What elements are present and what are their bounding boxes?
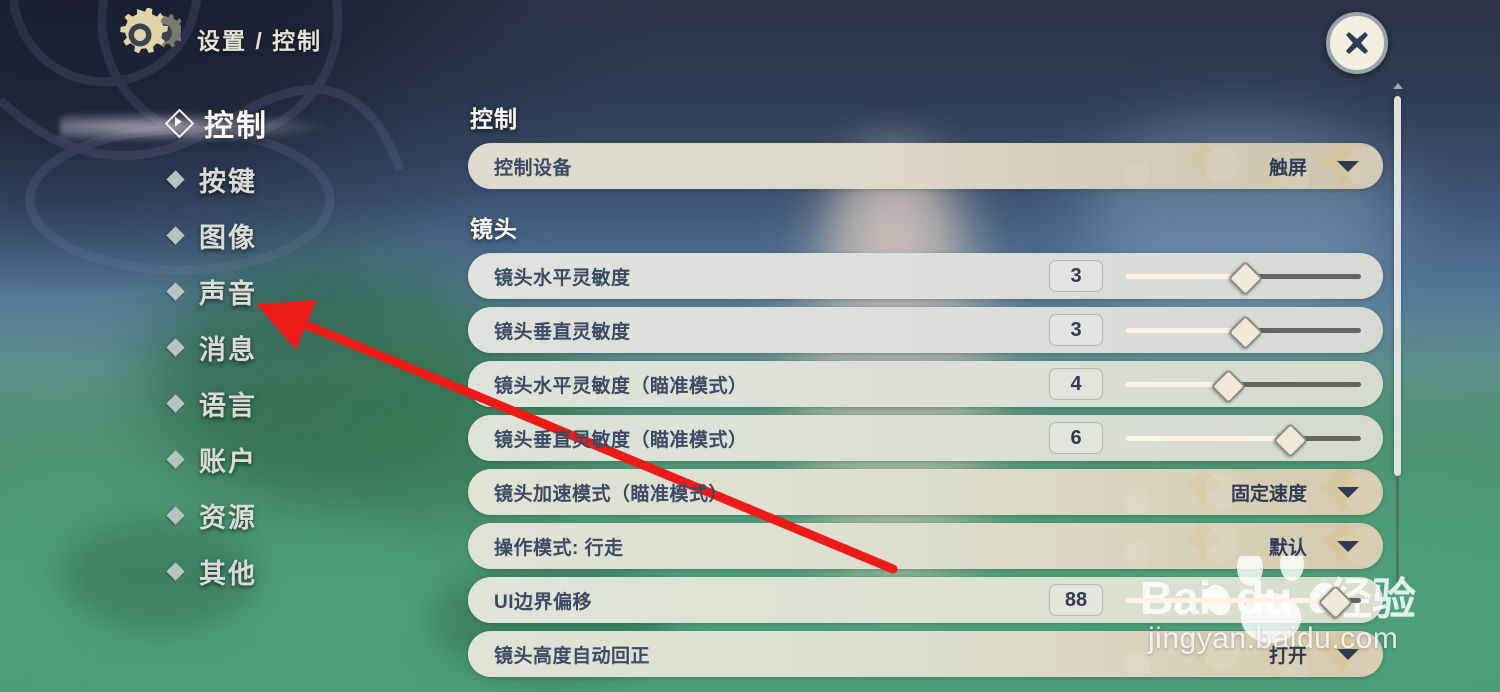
sidebar-item-2[interactable]: 图像 xyxy=(165,207,415,263)
setting-row-label: 镜头加速模式（瞄准模式） xyxy=(494,483,729,505)
slider-handle[interactable] xyxy=(1317,584,1353,621)
sidebar-item-4[interactable]: 消息 xyxy=(165,319,415,375)
slider-fill xyxy=(1125,274,1243,279)
sidebar-item-6[interactable]: 账户 xyxy=(165,431,415,487)
sidebar-item-label: 账户 xyxy=(199,446,257,477)
slider-fill xyxy=(1125,436,1288,441)
sidebar-item-8[interactable]: 其他 xyxy=(165,543,415,599)
gear-icon xyxy=(115,7,186,70)
slider-handle[interactable] xyxy=(1211,368,1247,405)
slider-handle[interactable] xyxy=(1227,314,1264,351)
slider-value-box[interactable]: 6 xyxy=(1049,422,1103,454)
setting-row-label: 操作模式: 行走 xyxy=(494,537,624,559)
dropdown-value: 打开 xyxy=(1268,645,1307,667)
setting-row-control: 4 xyxy=(1049,361,1383,407)
setting-row-slider[interactable]: 镜头水平灵敏度 3 xyxy=(468,253,1383,299)
setting-row-label: UI边界偏移 xyxy=(494,591,593,613)
slider[interactable] xyxy=(1125,584,1361,621)
window-header: 设置 / 控制 xyxy=(0,0,1500,86)
sidebar-item-1[interactable]: 按键 xyxy=(165,151,415,207)
chevron-down-icon[interactable] xyxy=(1337,540,1359,552)
settings-panel: 控制控制设备 触屏镜头镜头水平灵敏度 3 镜头垂直灵敏度 3 镜头水平灵敏度（瞄准模式） 4… xyxy=(468,100,1383,685)
sidebar-item-label: 按键 xyxy=(199,166,257,197)
slider[interactable] xyxy=(1125,368,1361,405)
diamond-bullet-icon xyxy=(166,561,185,581)
section-title-0: 控制 xyxy=(470,106,518,132)
diamond-bullet-icon xyxy=(166,505,185,525)
breadcrumb: 设置 / 控制 xyxy=(197,28,323,54)
scroll-up-arrow-icon xyxy=(1393,83,1403,89)
sidebar-item-label: 图像 xyxy=(199,222,257,253)
sidebar-item-0[interactable]: 控制 xyxy=(164,95,415,151)
panel-scrollbar[interactable] xyxy=(1393,83,1403,584)
setting-row-dropdown[interactable]: 控制设备 触屏 xyxy=(468,143,1383,189)
setting-row-control: 6 xyxy=(1049,415,1383,461)
dropdown-value: 默认 xyxy=(1268,537,1307,559)
setting-row-slider[interactable]: 镜头水平灵敏度（瞄准模式） 4 xyxy=(468,361,1383,407)
slider-fill xyxy=(1125,328,1243,333)
sidebar-item-label: 消息 xyxy=(199,334,257,365)
setting-row-label: 镜头垂直灵敏度 xyxy=(494,321,631,343)
slider-value-box[interactable]: 4 xyxy=(1049,368,1103,400)
diamond-bullet-icon xyxy=(166,169,185,189)
sidebar-item-label: 控制 xyxy=(204,110,268,143)
setting-row-control: 打开 xyxy=(1269,631,1383,677)
close-icon xyxy=(1346,32,1368,54)
sidebar-item-label: 资源 xyxy=(199,502,257,533)
sidebar-item-5[interactable]: 语言 xyxy=(165,375,415,431)
diamond-bullet-icon xyxy=(166,449,185,469)
setting-row-control: 触屏 xyxy=(1269,143,1383,189)
slider-value-box[interactable]: 88 xyxy=(1049,584,1103,616)
setting-row-label: 镜头水平灵敏度（瞄准模式） xyxy=(494,375,748,397)
chevron-down-icon[interactable] xyxy=(1337,160,1359,172)
setting-row-control: 3 xyxy=(1049,307,1383,353)
setting-row-label: 镜头垂直灵敏度（瞄准模式） xyxy=(494,429,748,451)
section-title-1: 镜头 xyxy=(470,216,518,242)
diamond-bullet-icon xyxy=(166,225,185,245)
slider-handle[interactable] xyxy=(1227,260,1264,297)
dropdown-value: 触屏 xyxy=(1268,157,1307,179)
diamond-bullet-icon xyxy=(166,393,185,413)
slider-value-box[interactable]: 3 xyxy=(1049,314,1103,346)
slider-fill xyxy=(1125,598,1333,603)
setting-row-label: 镜头高度自动回正 xyxy=(494,645,651,667)
setting-row-label: 镜头水平灵敏度 xyxy=(494,267,631,289)
slider-handle[interactable] xyxy=(1272,422,1309,459)
slider[interactable] xyxy=(1125,422,1361,459)
diamond-bullet-icon xyxy=(166,281,185,301)
sidebar-item-3[interactable]: 声音 xyxy=(165,263,415,319)
chevron-down-icon[interactable] xyxy=(1337,648,1359,660)
scrollbar-thumb[interactable] xyxy=(1394,96,1401,476)
setting-row-label: 控制设备 xyxy=(494,157,573,179)
settings-sidebar: 控制按键图像声音消息语言账户资源其他 xyxy=(164,95,415,599)
setting-row-slider[interactable]: 镜头垂直灵敏度 3 xyxy=(468,307,1383,353)
setting-row-control: 88 xyxy=(1049,577,1383,623)
chevron-down-icon[interactable] xyxy=(1337,486,1359,498)
sidebar-item-label: 语言 xyxy=(199,390,257,421)
sidebar-item-label: 声音 xyxy=(199,278,257,309)
close-button[interactable] xyxy=(1326,12,1388,74)
slider[interactable] xyxy=(1125,260,1361,297)
setting-row-control: 3 xyxy=(1049,253,1383,299)
slider-value-box[interactable]: 3 xyxy=(1049,260,1103,292)
setting-row-slider[interactable]: UI边界偏移 88 xyxy=(468,577,1383,623)
setting-row-control: 固定速度 xyxy=(1231,469,1383,515)
setting-row-dropdown[interactable]: 操作模式: 行走 默认 xyxy=(468,523,1383,569)
diamond-bullet-icon xyxy=(166,337,185,357)
sidebar-item-label: 其他 xyxy=(199,558,257,589)
setting-row-control: 默认 xyxy=(1269,523,1383,569)
setting-row-dropdown[interactable]: 镜头加速模式（瞄准模式） 固定速度 xyxy=(468,469,1383,515)
slider[interactable] xyxy=(1125,314,1361,351)
sidebar-item-7[interactable]: 资源 xyxy=(165,487,415,543)
setting-row-slider[interactable]: 镜头垂直灵敏度（瞄准模式） 6 xyxy=(468,415,1383,461)
diamond-bullet-icon xyxy=(164,108,195,138)
dropdown-value: 固定速度 xyxy=(1230,483,1307,505)
